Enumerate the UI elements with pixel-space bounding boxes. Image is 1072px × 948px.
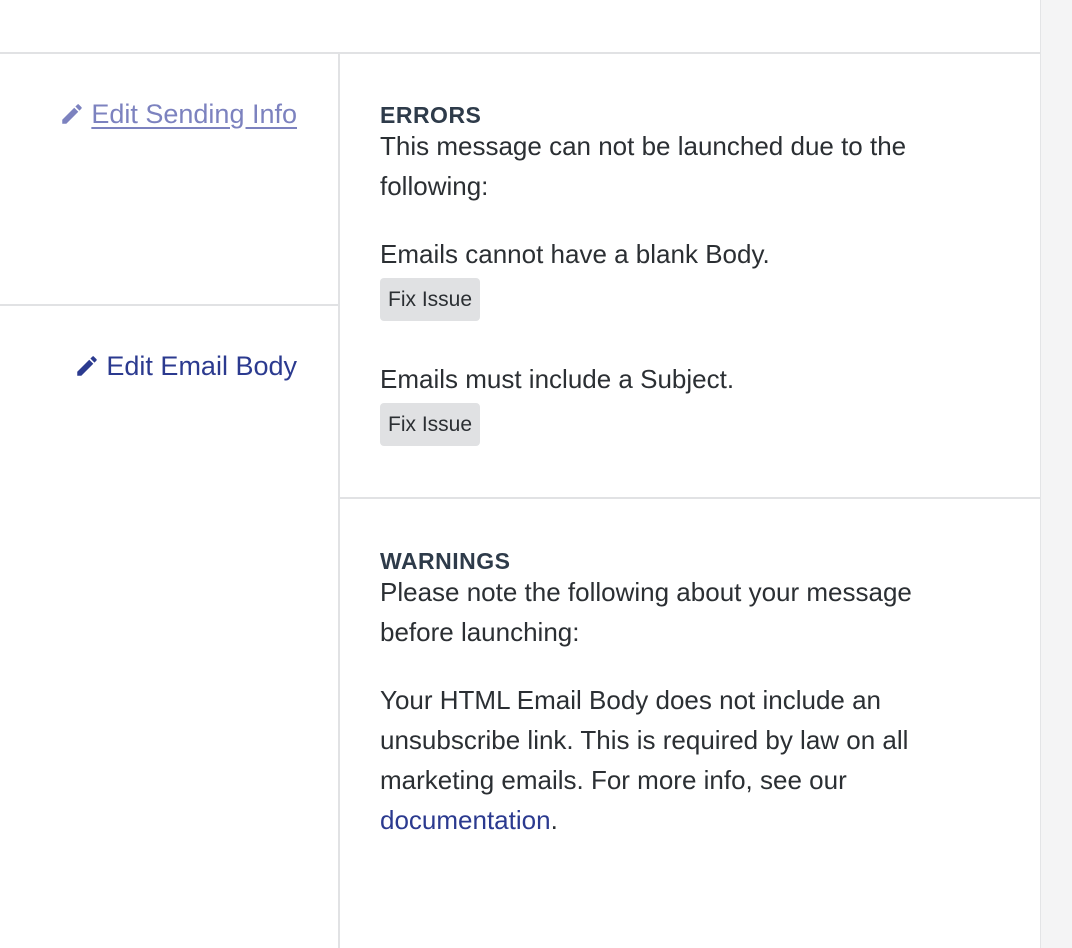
errors-section: ERRORS This message can not be launched … — [380, 100, 1000, 446]
error-text: Emails must include a Subject. — [380, 364, 735, 394]
errors-intro: This message can not be launched due to … — [380, 131, 907, 201]
error-text: Emails cannot have a blank Body. — [380, 239, 770, 269]
pencil-icon — [74, 353, 100, 379]
top-divider — [0, 52, 1040, 54]
section-divider — [340, 497, 1040, 499]
warnings-intro: Please note the following about your mes… — [380, 577, 912, 647]
edit-email-body-label: Edit Email Body — [106, 351, 297, 381]
error-item: Emails cannot have a blank Body. Fix Iss… — [380, 234, 1000, 321]
documentation-link[interactable]: documentation — [380, 805, 551, 835]
warning-detail: Your HTML Email Body does not include an… — [380, 680, 980, 840]
pencil-icon — [59, 101, 85, 127]
scrollbar-gutter[interactable] — [1040, 0, 1072, 948]
edit-sending-info-label: Edit Sending Info — [91, 99, 297, 129]
fix-issue-button[interactable]: Fix Issue — [380, 278, 481, 321]
fix-issue-button[interactable]: Fix Issue — [380, 403, 481, 446]
edit-sending-info-link[interactable]: Edit Sending Info — [59, 97, 297, 131]
edit-email-body-link[interactable]: Edit Email Body — [74, 349, 297, 383]
warning-detail-text: Your HTML Email Body does not include an… — [380, 685, 909, 795]
launch-review-panel: Edit Sending Info Edit Email Body ERRORS… — [0, 0, 1040, 948]
error-item: Emails must include a Subject. Fix Issue — [380, 359, 1000, 446]
column-divider — [338, 53, 340, 948]
warning-detail-trailing: . — [550, 805, 558, 835]
sidebar-divider — [0, 304, 338, 306]
warnings-section: WARNINGS Please note the following about… — [380, 546, 1000, 840]
